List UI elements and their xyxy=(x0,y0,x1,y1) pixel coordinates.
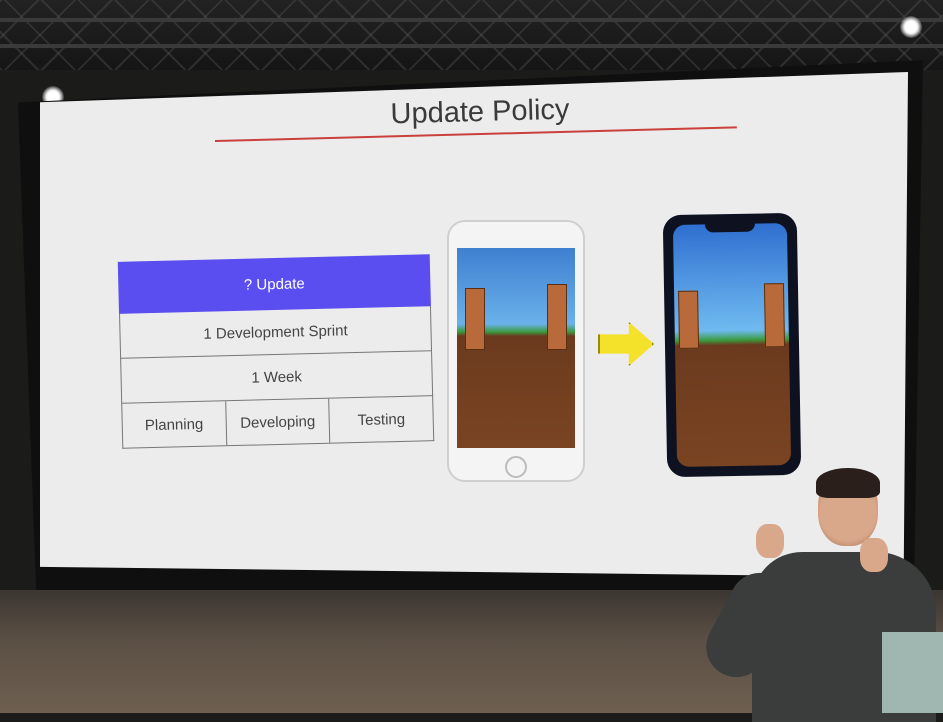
tower xyxy=(465,288,485,350)
phase-testing: Testing xyxy=(357,410,406,429)
phase-row: Planning Developing Testing xyxy=(121,396,435,449)
game-screenshot-new xyxy=(672,223,792,467)
phone-icon xyxy=(447,220,585,482)
phone-notch xyxy=(704,221,756,233)
tower xyxy=(678,290,700,349)
spotlight-icon xyxy=(900,16,922,38)
tower xyxy=(547,284,567,350)
phone-icon xyxy=(662,212,802,478)
home-button-icon xyxy=(505,456,527,478)
phase-developing: Developing xyxy=(225,398,331,446)
ceiling-truss xyxy=(0,0,943,70)
phase-planning: Planning xyxy=(122,401,227,448)
game-screenshot-old xyxy=(457,248,575,448)
presenter-hand xyxy=(860,538,888,572)
presenter-hair xyxy=(816,468,880,498)
tower xyxy=(763,283,786,348)
truss-bar xyxy=(0,44,943,48)
sprint-row: 1 Development Sprint xyxy=(119,306,433,359)
truss-bar xyxy=(0,18,943,22)
sprint-table: ? Update 1 Development Sprint 1 Week Pla… xyxy=(117,254,435,449)
week-row: 1 Week xyxy=(120,351,434,404)
presenter-hand xyxy=(756,524,784,558)
podium xyxy=(882,632,943,713)
update-row: ? Update xyxy=(117,254,431,314)
